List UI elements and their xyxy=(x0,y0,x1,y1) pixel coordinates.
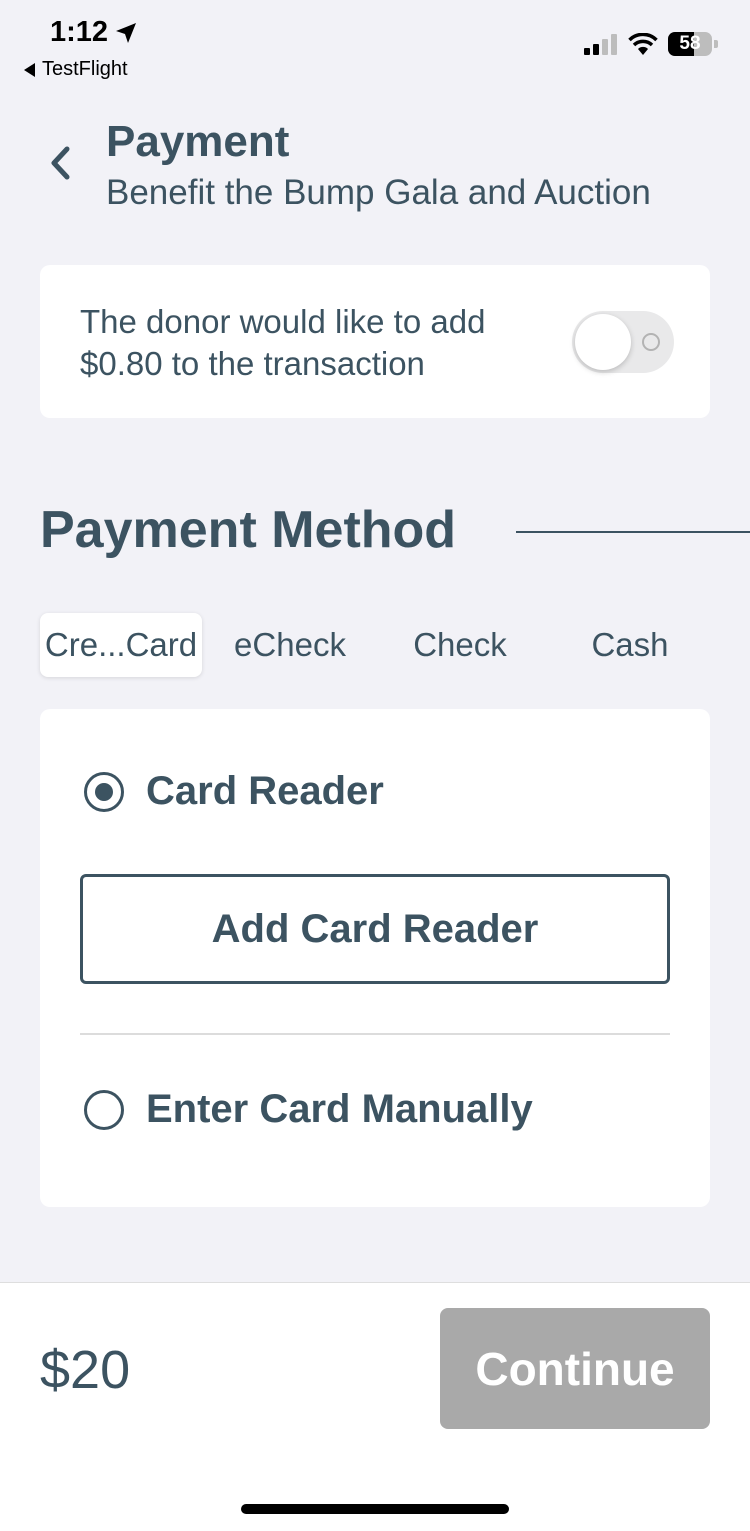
donor-fee-card: The donor would like to add $0.80 to the… xyxy=(40,265,710,418)
payment-screen: 1:12 TestFlight 58 Payment Benefit the B… xyxy=(0,0,750,1531)
card-reader-radio[interactable] xyxy=(84,772,124,812)
back-button[interactable] xyxy=(40,143,80,183)
status-time-text: 1:12 xyxy=(50,16,109,48)
back-triangle-icon xyxy=(24,62,35,77)
battery-level: 58 xyxy=(679,33,701,54)
tab-check[interactable]: Check xyxy=(380,613,540,677)
toggle-off-indicator-icon xyxy=(642,333,660,351)
section-divider xyxy=(516,531,750,533)
status-time: 1:12 xyxy=(50,16,138,49)
status-icons: 58 xyxy=(584,32,718,56)
page-subtitle: Benefit the Bump Gala and Auction xyxy=(106,173,651,212)
status-bar: 1:12 TestFlight 58 xyxy=(0,0,750,90)
chevron-left-icon xyxy=(51,146,70,180)
donor-fee-text: The donor would like to add $0.80 to the… xyxy=(80,303,486,382)
payment-method-heading: Payment Method xyxy=(40,501,457,559)
tab-echeck[interactable]: eCheck xyxy=(210,613,370,677)
tab-credit-card[interactable]: Cre...Card xyxy=(40,613,202,677)
wifi-icon xyxy=(628,33,658,55)
enter-card-manually-radio[interactable] xyxy=(84,1090,124,1130)
toggle-knob xyxy=(575,314,631,370)
page-title: Payment xyxy=(106,117,290,166)
back-app-label: TestFlight xyxy=(42,58,128,80)
card-options-card: Card Reader Add Card Reader Enter Card M… xyxy=(40,709,710,1207)
battery-tip xyxy=(714,40,718,48)
payment-method-tabs: Cre...Card eCheck Check Cash xyxy=(40,613,710,677)
tab-cash[interactable]: Cash xyxy=(550,613,710,677)
back-to-app[interactable]: TestFlight xyxy=(24,58,128,81)
location-arrow-icon xyxy=(116,22,137,43)
page-header: Payment Benefit the Bump Gala and Auctio… xyxy=(0,95,750,225)
card-reader-label[interactable]: Card Reader xyxy=(146,769,384,814)
total-amount: $20 xyxy=(40,1340,131,1400)
continue-button[interactable]: Continue xyxy=(440,1308,710,1429)
donor-fee-toggle[interactable] xyxy=(572,311,674,373)
add-card-reader-button[interactable]: Add Card Reader xyxy=(80,874,670,984)
options-divider xyxy=(80,1033,670,1035)
battery-icon: 58 xyxy=(668,32,712,56)
checkout-footer: $20 Continue xyxy=(0,1282,750,1531)
cellular-signal-icon xyxy=(584,34,617,55)
enter-card-manually-label[interactable]: Enter Card Manually xyxy=(146,1087,533,1132)
home-indicator[interactable] xyxy=(241,1504,509,1514)
